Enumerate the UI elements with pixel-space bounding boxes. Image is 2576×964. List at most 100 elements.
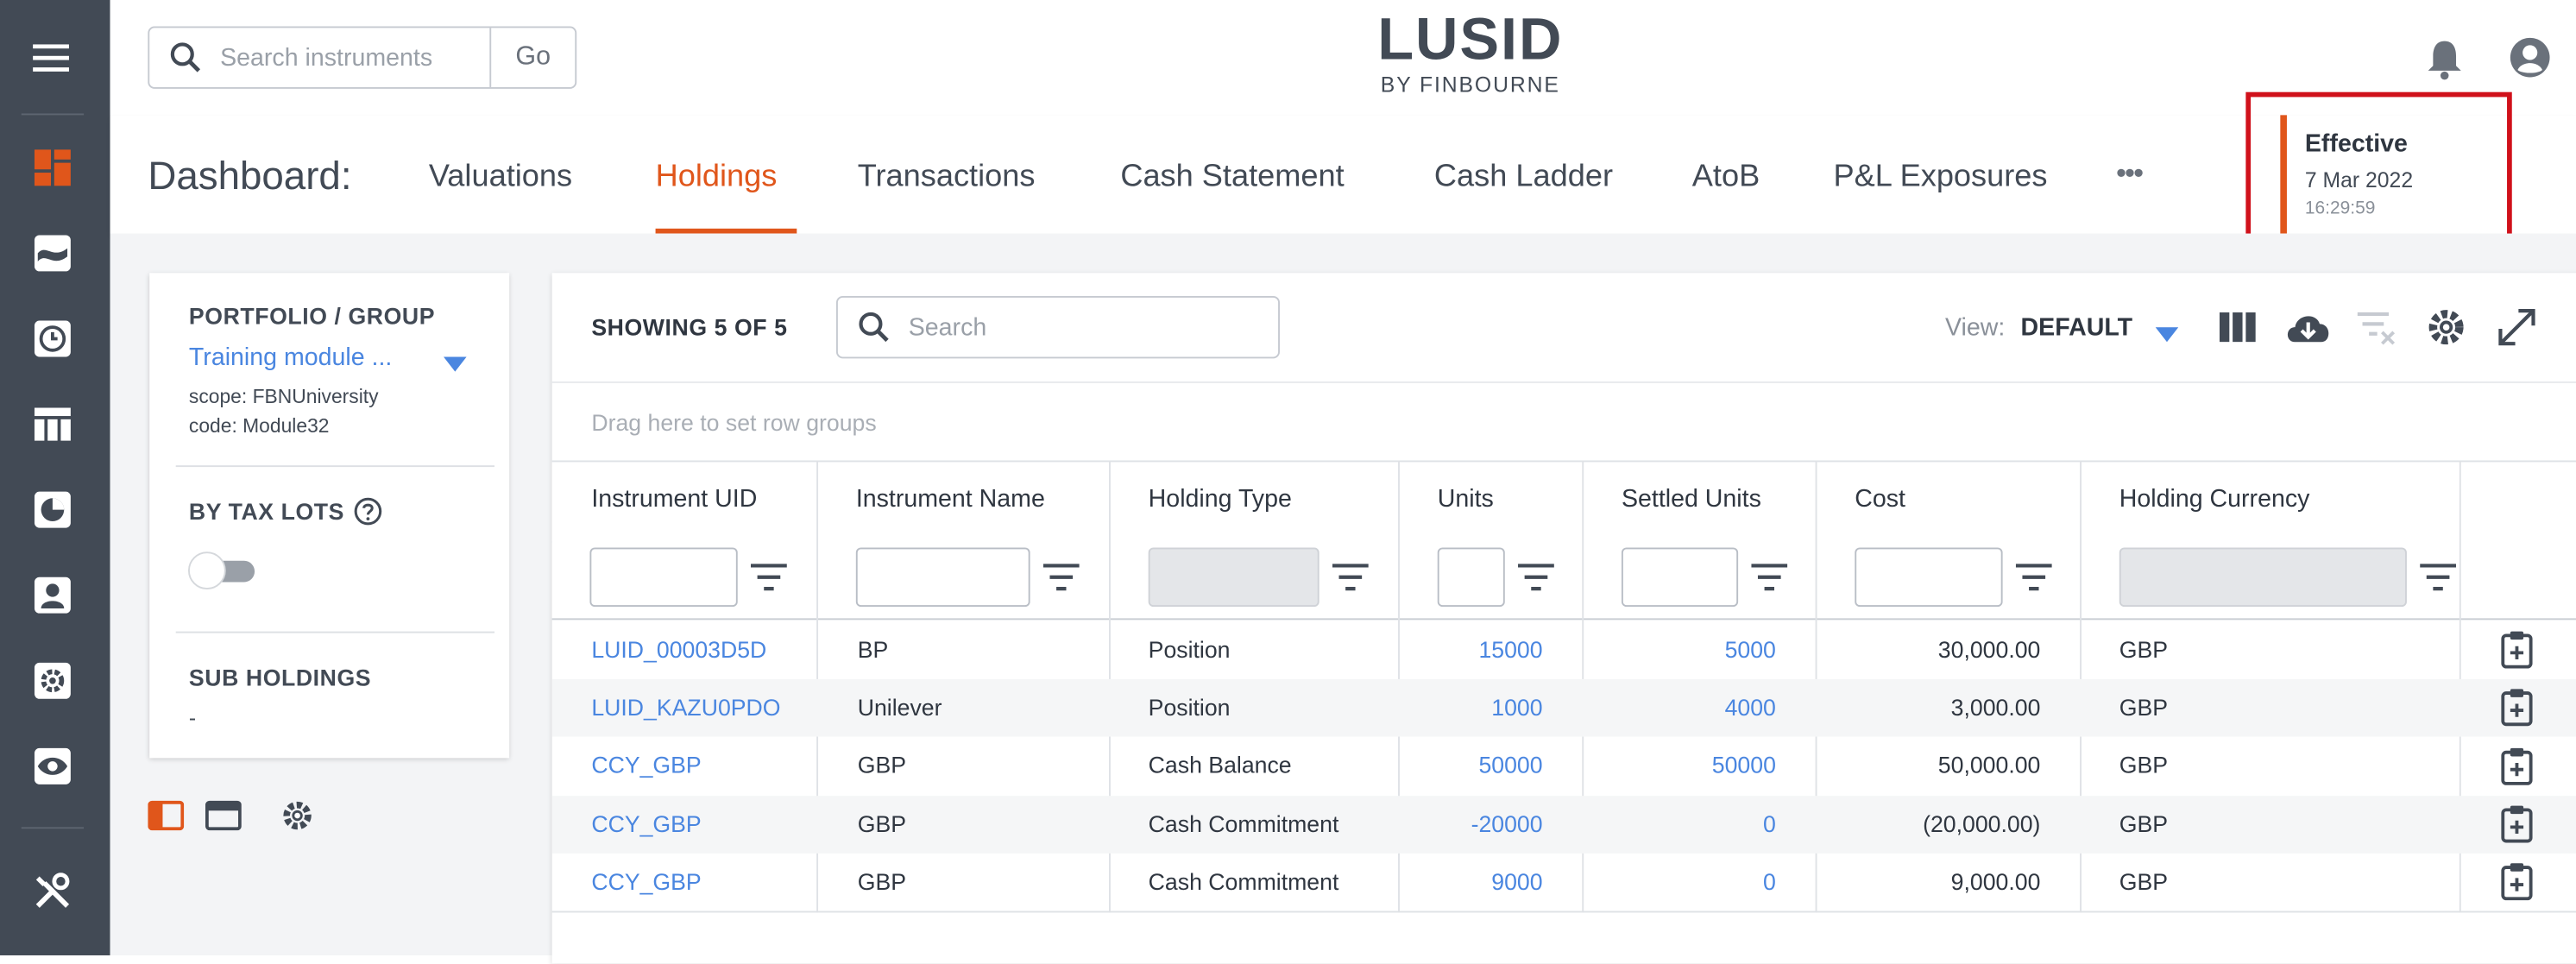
clipboard-add-icon[interactable] [2500,687,2533,727]
clipboard-add-icon[interactable] [2500,861,2533,901]
cell-units[interactable]: 9000 [1398,868,1542,894]
cell-settled-units[interactable]: 5000 [1582,636,1776,662]
portfolio-scope: scope: FBNUniversity [188,384,379,408]
column-header-units[interactable]: Units [1438,485,1494,513]
cell-instrument-name: Unilever [857,694,942,721]
chevron-down-icon[interactable] [443,350,467,380]
filter-icon[interactable] [1332,563,1369,592]
logo-title: LUSID [1377,4,1564,72]
cell-instrument-name: GBP [857,810,907,837]
column-header-instrument-uid[interactable]: Instrument UID [591,485,757,513]
filter-icon[interactable] [1042,563,1080,592]
cell-holding-type: Cash Balance [1148,751,1292,778]
tab-transactions[interactable]: Transactions [858,160,1036,196]
gear-icon[interactable] [280,797,316,841]
eye-icon[interactable] [33,747,72,786]
column-header-settled-units[interactable]: Settled Units [1622,485,1761,513]
cell-units[interactable]: 50000 [1398,752,1542,778]
panel-top-icon[interactable] [205,799,242,841]
cell-settled-units[interactable]: 4000 [1582,694,1776,720]
tab-cash-statement[interactable]: Cash Statement [1120,160,1344,196]
cell-units[interactable]: 1000 [1398,694,1542,720]
bell-icon[interactable] [2425,38,2465,89]
portfolio-select[interactable]: Training module ... [189,343,392,371]
cell-settled-units[interactable]: 0 [1582,810,1776,836]
gear-icon[interactable] [33,661,72,701]
dashboard-label: Dashboard: [148,154,352,199]
cell-instrument-uid[interactable]: CCY_GBP [591,810,701,836]
table-row[interactable]: CCY_GBP GBP Cash Commitment -20000 0 (20… [551,796,2576,854]
expand-icon[interactable] [2496,306,2538,349]
help-icon[interactable] [353,496,382,534]
cell-holding-type: Cash Commitment [1148,810,1339,837]
clipboard-add-icon[interactable] [2500,630,2533,670]
filter-icon[interactable] [750,563,787,592]
clock-icon[interactable] [33,319,72,359]
cell-instrument-uid[interactable]: CCY_GBP [591,868,701,894]
search-icon [858,311,891,352]
cell-instrument-uid[interactable]: CCY_GBP [591,752,701,778]
filter-input-units[interactable] [1437,547,1505,608]
search-input[interactable] [217,28,495,87]
columns-icon[interactable] [2216,306,2258,349]
column-header-cost[interactable]: Cost [1855,485,1905,513]
go-button[interactable]: Go [489,28,575,87]
tab-holdings[interactable]: Holdings [656,160,778,196]
panel-left-icon[interactable] [148,799,185,841]
tools-icon[interactable] [33,872,72,911]
pie-chart-icon[interactable] [33,490,72,530]
cell-cost: 30,000.00 [1937,636,2041,663]
filter-input-instrument-uid[interactable] [589,547,738,608]
table-row[interactable]: LUID_00003D5D BP Position 15000 5000 30,… [552,621,2576,679]
cell-holding-type: Position [1148,636,1231,663]
clipboard-add-icon[interactable] [2500,804,2533,844]
view-label: View: [1944,313,2006,343]
cell-settled-units[interactable]: 0 [1582,868,1776,894]
column-header-holding-type[interactable]: Holding Type [1149,485,1292,513]
dashboard-icon[interactable] [33,148,72,187]
filter-input-settled-units[interactable] [1621,547,1739,608]
cell-cost: 3,000.00 [1950,694,2041,721]
grid-search-input[interactable] [904,297,1265,357]
menu-icon[interactable] [33,38,72,78]
column-header-instrument-name[interactable]: Instrument Name [856,485,1045,513]
filter-icon[interactable] [1751,563,1788,592]
filter-input-holding-currency [2119,547,2407,608]
rail-divider [21,827,85,829]
tab-cash-ladder[interactable]: Cash Ladder [1434,160,1613,196]
logo-subtitle: BY FINBOURNE [1380,72,1560,98]
more-tabs-button[interactable]: ••• [2116,156,2144,191]
clear-filter-icon[interactable] [2356,306,2398,349]
filter-input-instrument-name[interactable] [855,547,1030,608]
chart-area-icon[interactable] [33,234,72,274]
chevron-down-icon[interactable] [2155,321,2179,350]
tax-lots-toggle[interactable] [186,549,261,600]
table-row[interactable]: LUID_KAZU0PDO Unilever Position 1000 400… [551,678,2576,737]
cell-units[interactable]: 15000 [1398,636,1542,662]
filter-input-holding-type [1148,547,1319,608]
download-icon[interactable] [2283,306,2333,349]
view-select[interactable]: DEFAULT [2021,314,2133,342]
cell-instrument-uid[interactable]: LUID_00003D5D [591,636,766,662]
table-row[interactable]: CCY_GBP GBP Cash Balance 50000 50000 50,… [552,737,2576,795]
clipboard-add-icon[interactable] [2500,747,2533,786]
table-icon[interactable] [33,405,72,444]
cell-settled-units[interactable]: 50000 [1582,752,1776,778]
cell-units[interactable]: -20000 [1398,810,1543,836]
cell-instrument-uid[interactable]: LUID_KAZU0PDO [591,694,780,720]
column-header-holding-currency[interactable]: Holding Currency [2119,485,2310,513]
tab-atob[interactable]: AtoB [1692,160,1760,196]
person-card-icon[interactable] [33,576,72,615]
filter-icon[interactable] [2015,563,2052,592]
filter-icon[interactable] [2420,563,2457,592]
tab-valuations[interactable]: Valuations [429,160,572,196]
account-icon[interactable] [2509,36,2551,87]
cell-instrument-name: GBP [857,867,907,895]
gear-icon[interactable] [2425,306,2467,349]
row-group-drop-zone[interactable]: Drag here to set row groups [551,381,2576,462]
cell-cost: 9,000.00 [1950,867,2041,895]
filter-input-cost[interactable] [1855,547,2003,608]
tab-pl-exposures[interactable]: P&L Exposures [1834,160,2048,196]
filter-icon[interactable] [1518,563,1554,592]
table-row[interactable]: CCY_GBP GBP Cash Commitment 9000 0 9,000… [552,854,2576,911]
